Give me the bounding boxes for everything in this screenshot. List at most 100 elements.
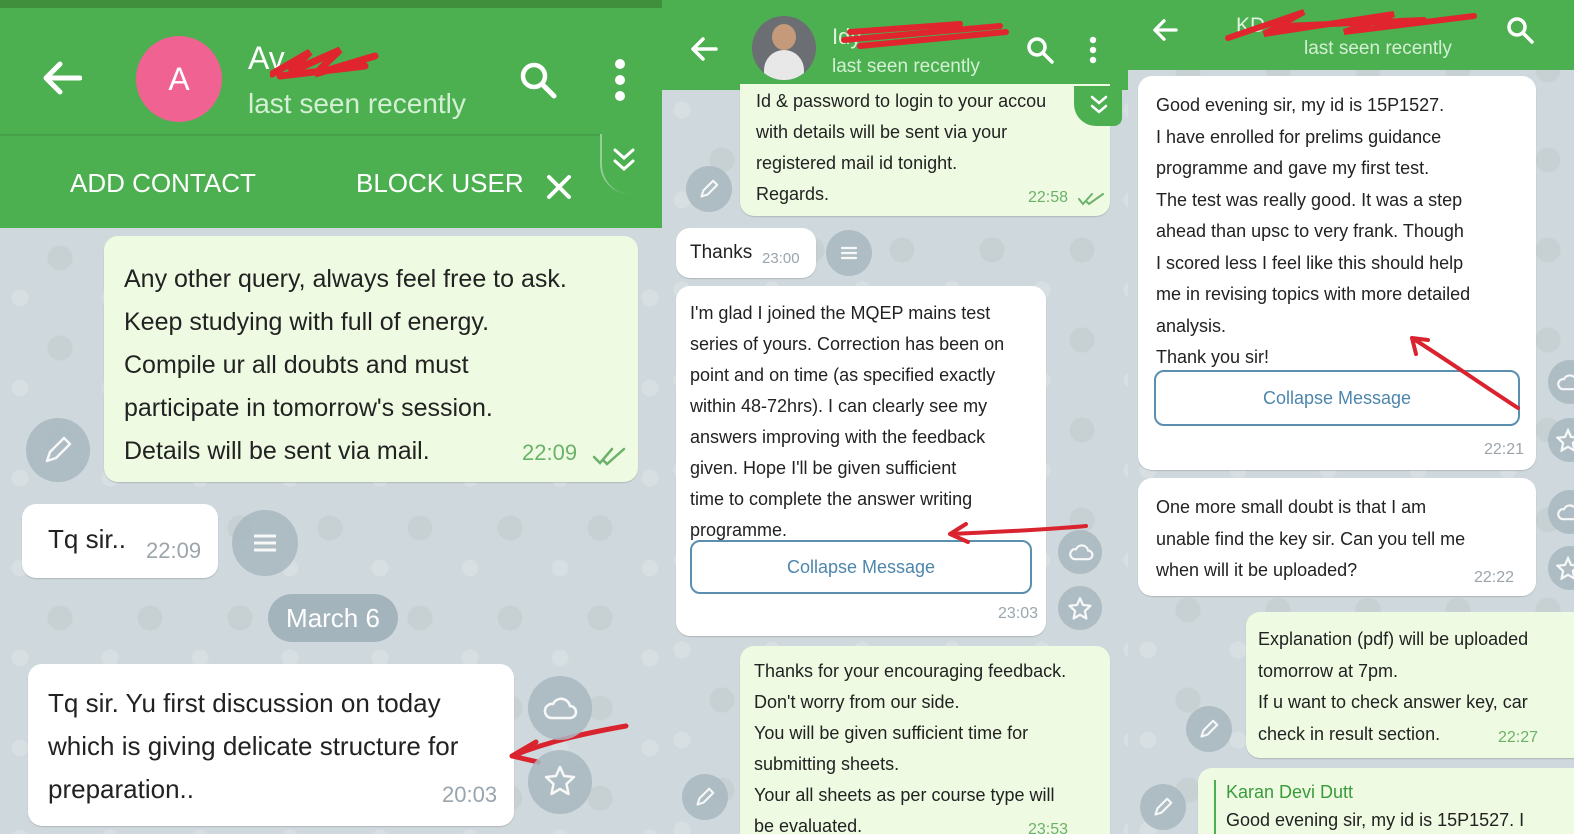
cloud-icon [1557, 374, 1574, 391]
reply-text: Good evening sir, my id is 15P1527. I [1226, 810, 1525, 830]
message-time: 20:03 [442, 782, 498, 807]
redaction-scribble [841, 21, 1009, 49]
message-text: me in revising topics with more detailed [1156, 284, 1471, 304]
double-check-icon [592, 447, 626, 466]
message-time: 22:22 [1474, 569, 1515, 586]
chat-panel-1: A Av last seen recently ADD CONTACT BLOC… [0, 0, 662, 834]
message-text: given. Hope I'll be given sufficient [690, 458, 957, 478]
message-text: within 48-72hrs). I can clearly see my [690, 396, 988, 416]
star-icon [1556, 428, 1574, 452]
red-annotation-arrow [1410, 336, 1520, 410]
back-arrow-icon[interactable] [42, 60, 82, 96]
message-time: 22:27 [1498, 729, 1539, 746]
menu-lines-icon [254, 534, 276, 552]
menu-button[interactable] [232, 510, 298, 576]
message-text: registered mail id tonight. [756, 153, 958, 173]
double-chevron-down-icon [613, 148, 635, 172]
cloud-button[interactable] [1548, 360, 1574, 404]
message-time: 23:03 [998, 605, 1039, 622]
message-bubble[interactable]: Tq sir.. 22:09 [22, 504, 218, 578]
message-bubble[interactable]: Any other query, always feel free to ask… [104, 236, 638, 482]
edit-button[interactable] [1140, 784, 1186, 830]
message-text: tomorrow at 7pm. [1258, 660, 1399, 681]
star-icon [1068, 597, 1092, 620]
message-text: programme and gave my first test. [1156, 158, 1430, 178]
message-text: with details will be sent via your [756, 122, 1008, 142]
search-icon[interactable] [518, 60, 558, 100]
message-time: 22:09 [146, 538, 202, 563]
message-text: point and on time (as specified exactly [690, 365, 996, 385]
close-icon[interactable] [546, 174, 572, 200]
menu-lines-icon [841, 246, 857, 260]
message-text: One more small doubt is that I am [1156, 497, 1427, 517]
message-bubble[interactable]: One more small doubt is that I am unable… [1138, 478, 1536, 596]
edit-button[interactable] [1186, 706, 1232, 752]
last-seen-status: last seen recently [248, 88, 466, 119]
message-text: unable find the key sir. Can you tell me [1156, 528, 1466, 549]
message-bubble[interactable]: Tq sir. Yu first discussion on today whi… [28, 664, 514, 826]
message-text: ahead than upsc to very frank. Though [1156, 221, 1464, 241]
cloud-icon [543, 697, 578, 720]
block-user-button[interactable]: BLOCK USER [356, 168, 524, 199]
back-arrow-icon[interactable] [1152, 18, 1178, 42]
message-bubble[interactable]: Thanks 23:00 [676, 228, 816, 278]
scroll-down-tab[interactable] [600, 134, 662, 194]
star-button[interactable] [1548, 418, 1574, 462]
avatar[interactable] [752, 16, 816, 80]
pencil-icon [45, 436, 72, 463]
message-text: Thanks for your encouraging feedback. [754, 661, 1067, 681]
collapse-message-button[interactable]: Collapse Message [690, 540, 1032, 594]
message-text: You will be given sufficient time for [754, 723, 1029, 743]
message-text: I have enrolled for prelims guidance [1156, 126, 1442, 147]
edit-button[interactable] [682, 774, 728, 820]
scroll-down-tab[interactable] [1074, 86, 1122, 126]
message-bubble[interactable]: Thanks for your encouraging feedback. Do… [740, 646, 1110, 834]
message-text: Explanation (pdf) will be uploaded [1258, 629, 1529, 649]
message-text: Keep studying with full of energy. [124, 308, 490, 336]
chat-header: KD last seen recently [1128, 0, 1574, 70]
message-time: 22:58 [1028, 189, 1069, 206]
add-contact-button[interactable]: ADD CONTACT [70, 168, 256, 199]
search-icon[interactable] [1506, 16, 1534, 44]
cloud-button[interactable] [1548, 490, 1574, 534]
more-vert-icon[interactable] [1088, 36, 1098, 64]
edit-button[interactable] [26, 418, 90, 482]
message-text: Compile ur all doubts and must [124, 351, 469, 379]
star-icon [544, 765, 576, 796]
message-text: Id & password to login to your accou [756, 91, 1047, 111]
avatar[interactable]: A [136, 36, 222, 122]
message-bubble[interactable]: Id & password to login to your accou wit… [740, 84, 1110, 216]
back-arrow-icon[interactable] [690, 36, 718, 62]
edit-button[interactable] [686, 166, 732, 212]
double-check-icon [1078, 193, 1104, 206]
message-bubble[interactable]: I'm glad I joined the MQEP mains test se… [676, 286, 1046, 636]
chat-panel-3: KD last seen recently Good evening sir, … [1128, 0, 1574, 834]
reply-sender-name: Karan Devi Dutt [1226, 782, 1354, 802]
cloud-button[interactable] [1058, 530, 1102, 574]
star-button[interactable] [528, 750, 592, 814]
double-chevron-down-icon [1090, 95, 1108, 114]
star-icon [1556, 556, 1574, 580]
chat-header: A Av last seen recently ADD CONTACT BLOC… [0, 8, 662, 228]
pencil-icon [696, 787, 715, 806]
menu-button[interactable] [826, 230, 872, 276]
reply-message-bubble[interactable]: Karan Devi Dutt Good evening sir, my id … [1198, 768, 1574, 834]
date-chip: March 6 [268, 594, 398, 642]
search-icon[interactable] [1026, 36, 1054, 64]
cloud-button[interactable] [528, 676, 592, 740]
message-text: Any other query, always feel free to ask… [124, 265, 567, 293]
chat-header: Idy last seen recently [662, 0, 1128, 90]
star-button[interactable] [1548, 546, 1574, 590]
message-text: The test was really good. It was a step [1156, 189, 1463, 210]
message-bubble[interactable]: Explanation (pdf) will be uploaded tomor… [1246, 612, 1574, 758]
more-vert-icon[interactable] [612, 58, 628, 102]
message-text: time to complete the answer writing [690, 489, 973, 509]
chat-panel-2: Idy last seen recently Id & password to … [662, 0, 1128, 834]
pencil-icon [1154, 797, 1173, 816]
message-text: I'm glad I joined the MQEP mains test [690, 303, 991, 323]
star-button[interactable] [1058, 586, 1102, 630]
last-seen-status: last seen recently [832, 56, 980, 77]
message-text: Your all sheets as per course type will [754, 785, 1055, 805]
redaction-scribble [270, 46, 379, 80]
message-text: answers improving with the feedback [690, 427, 986, 447]
